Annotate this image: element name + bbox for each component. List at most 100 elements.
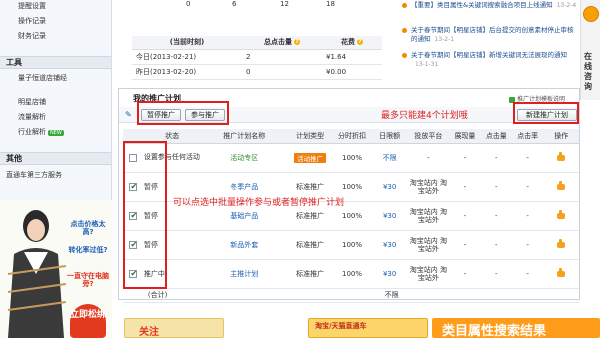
highlight-box — [137, 101, 229, 125]
news-item[interactable]: 关于春节期间【明星店铺】新增关键词无法展现的通知 13-1-31 — [402, 51, 578, 69]
stats-header-date: (当前时刻) — [132, 36, 242, 50]
axis-tick: 12 — [280, 0, 289, 8]
person-illustration — [7, 210, 67, 338]
banner-category-search[interactable]: 类目属性搜索结果 — [432, 318, 600, 339]
plan-impressions: - — [449, 259, 481, 289]
plan-type-tag: 活动推广 — [294, 152, 327, 163]
banner-follow-label: 关注 — [139, 327, 159, 338]
new-badge: NEW — [48, 130, 64, 136]
stats-header-cost: 花费? — [322, 36, 382, 50]
col-discount: 分时折扣 — [332, 129, 372, 144]
online-consult-tab[interactable]: 在线咨询 — [580, 0, 600, 100]
plan-impressions: - — [449, 230, 481, 260]
plan-limit[interactable]: 不限 — [383, 154, 397, 162]
plan-ctr: - — [512, 172, 544, 202]
banner-through-train[interactable]: 淘宝/天猫直通车 — [308, 318, 428, 338]
sidebar-item-industry[interactable]: 行业解析 NEW — [18, 127, 64, 137]
ad-question-3: 一直守在电脑旁? — [67, 272, 109, 288]
plan-ctr: - — [512, 230, 544, 260]
axis-tick: 0 — [186, 0, 191, 8]
col-impressions: 展现量 — [449, 129, 481, 144]
max-plans-note: 最多只能建4个计划哦 — [381, 111, 468, 121]
promo-ad[interactable]: 点击价格太高? 转化率过低? 一直守在电脑旁? 立即松绑 — [0, 200, 112, 338]
plan-type: 标准推广 — [288, 259, 333, 289]
thumbs-up-icon[interactable] — [556, 239, 566, 248]
sidebar-item-traffic[interactable]: 流量解析 — [18, 112, 46, 122]
plan-type: 标准推广 — [288, 230, 333, 260]
plan-name-link[interactable]: 主推计划 — [230, 270, 258, 278]
stats-clicks: 2 — [242, 49, 322, 65]
plan-clicks: - — [480, 259, 512, 289]
ad-question-1: 点击价格太高? — [70, 220, 106, 236]
news-date: 13-1-31 — [415, 61, 439, 68]
sidebar-link-operation-log[interactable]: 操作记录 — [18, 16, 46, 26]
sidebar-item-third-party[interactable]: 直通车第三方服务 — [6, 170, 62, 180]
col-actions: 操作 — [543, 129, 579, 144]
plan-limit[interactable]: ¥30 — [383, 270, 396, 278]
plan-impressions: - — [449, 201, 481, 231]
thumbs-up-icon[interactable] — [556, 152, 566, 161]
stats-cost: ¥1.64 — [322, 49, 382, 65]
bottom-banners: 关注 淘宝/天猫直通车 类目属性搜索结果 — [118, 318, 600, 339]
plan-table: 状态 推广计划名称 计划类型 分时折扣 日限额 投放平台 展现量 点击量 点击率… — [123, 129, 579, 303]
news-item[interactable]: 【重要】类目属性&关键词搜索融合项目上线通知 13-2-4 — [402, 1, 578, 10]
plan-platform: 淘宝站内 淘宝站外 — [407, 201, 450, 231]
sidebar-section-other: 其他 — [0, 152, 111, 165]
total-label: (合计) — [143, 288, 201, 303]
plan-clicks: - — [480, 172, 512, 202]
plan-clicks: - — [480, 143, 512, 173]
total-limit: 不限 — [371, 288, 408, 303]
plan-name-link[interactable]: 冬季产品 — [230, 183, 258, 191]
ad-cta-button[interactable]: 立即松绑 — [70, 304, 106, 338]
edit-icon: ✎ — [125, 110, 132, 119]
plan-platform: 淘宝站内 淘宝站外 — [407, 230, 450, 260]
plan-limit[interactable]: ¥30 — [383, 183, 396, 191]
plan-clicks: - — [480, 201, 512, 231]
sidebar-item-star-shop[interactable]: 明星店铺 — [18, 97, 46, 107]
thumbs-up-icon[interactable] — [556, 210, 566, 219]
col-name: 推广计划名称 — [200, 129, 289, 144]
news-title: 【重要】类目属性&关键词搜索融合项目上线通知 — [411, 1, 553, 9]
plan-name-link[interactable]: 新品外套 — [230, 241, 258, 249]
banner-follow[interactable]: 关注 — [124, 318, 224, 338]
col-clicks: 点击量 — [480, 129, 512, 144]
stats-header-cost-label: 花费 — [341, 38, 355, 47]
sidebar-section-tools: 工具 — [0, 56, 111, 69]
ad-question-2: 转化率过低? — [68, 246, 108, 254]
table-total-row: (合计) 不限 — [123, 288, 579, 303]
plan-ctr: - — [512, 143, 544, 173]
stats-table: (当前时刻) 总点击量? 花费? 今日(2013-02-21) 2 ¥1.64 … — [132, 36, 382, 80]
plan-limit[interactable]: ¥30 — [383, 241, 396, 249]
plan-ctr: - — [512, 201, 544, 231]
sidebar-item-quantum[interactable]: 量子恒道店铺经 — [18, 73, 67, 83]
bullet-icon — [402, 28, 407, 33]
smiley-icon — [583, 6, 599, 22]
banner-category-search-label: 类目属性搜索结果 — [442, 324, 547, 339]
stats-clicks: 0 — [242, 64, 322, 80]
news-date: 13-2-1 — [434, 36, 455, 43]
sidebar-item-industry-label: 行业解析 — [18, 128, 46, 136]
sidebar-link-finance-log[interactable]: 财务记录 — [18, 31, 46, 41]
help-icon[interactable]: ? — [294, 39, 300, 46]
axis-tick: 18 — [326, 0, 335, 8]
stats-date: 昨日(2013-02-20) — [132, 64, 242, 80]
table-row: 昨日(2013-02-20) 0 ¥0.00 — [132, 64, 382, 80]
news-item[interactable]: 关于春节期间【明星店铺】后台提交的创意素材停止审核的通知 13-2-1 — [402, 26, 578, 44]
highlight-box — [513, 102, 579, 124]
thumbs-up-icon[interactable] — [556, 268, 566, 277]
plan-discount: 100% — [332, 259, 372, 289]
news-title: 关于春节期间【明星店铺】新增关键词无法展现的通知 — [411, 51, 567, 59]
plan-impressions: - — [449, 172, 481, 202]
stats-header-clicks: 总点击量? — [242, 36, 322, 50]
plan-name-link[interactable]: 基础产品 — [230, 212, 258, 220]
sidebar-link-reminder-settings[interactable]: 提醒设置 — [18, 1, 46, 11]
thumbs-up-icon[interactable] — [556, 181, 566, 190]
col-ctr: 点击率 — [512, 129, 544, 144]
stats-header-clicks-label: 总点击量 — [264, 38, 292, 47]
table-row: 设置参与任何活动 活动专区 活动推广 100% 不限 - - - - — [123, 143, 579, 173]
help-icon[interactable]: ? — [357, 39, 363, 46]
plan-limit[interactable]: ¥30 — [383, 212, 396, 220]
plan-platform: - — [407, 143, 450, 173]
plan-name-link[interactable]: 活动专区 — [230, 154, 258, 162]
plan-impressions: - — [449, 143, 481, 173]
